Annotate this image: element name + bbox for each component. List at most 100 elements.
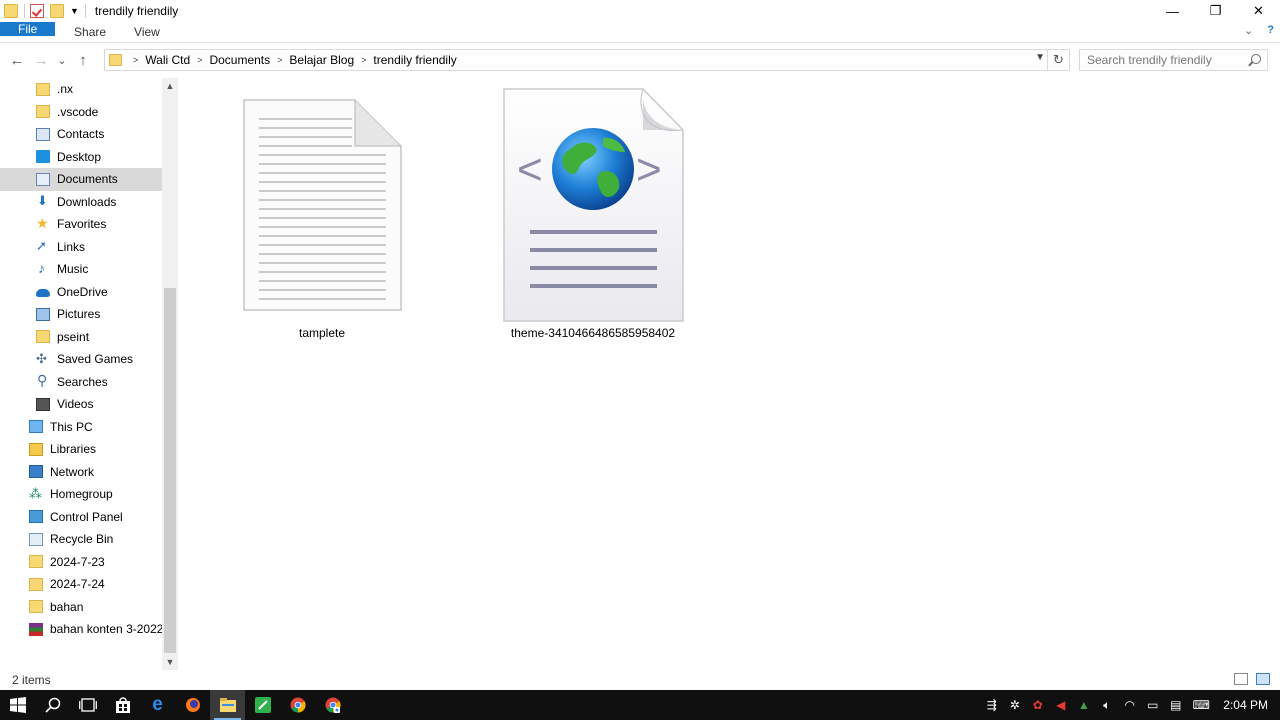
breadcrumb-separator[interactable]: > bbox=[361, 55, 366, 65]
store-icon[interactable] bbox=[105, 690, 140, 720]
green-app-icon[interactable] bbox=[245, 690, 280, 720]
sidebar-item-favorites[interactable]: Favorites bbox=[0, 213, 162, 236]
address-dropdown-icon[interactable]: ▼ bbox=[1035, 52, 1045, 63]
sidebar-item-documents[interactable]: Documents bbox=[0, 168, 162, 191]
sidebar-item-label: Saved Games bbox=[57, 352, 134, 367]
sidebar-item-onedrive[interactable]: OneDrive bbox=[0, 281, 162, 304]
up-arrow-icon[interactable]: ↑ bbox=[71, 52, 95, 69]
sidebar-item-libraries[interactable]: Libraries bbox=[0, 438, 162, 461]
folder-icon bbox=[36, 330, 50, 344]
homegroup-icon bbox=[29, 486, 43, 502]
sidebar-item-bahan[interactable]: bahan bbox=[0, 596, 162, 619]
keyboard-icon[interactable]: ⌨ bbox=[1187, 698, 1215, 712]
details-view-icon[interactable] bbox=[1234, 673, 1248, 685]
nav-scrollbar[interactable]: ▲ ▼ bbox=[162, 78, 178, 670]
sidebar-item-nx[interactable]: .nx bbox=[0, 78, 162, 101]
customize-toolbar-dropdown-icon[interactable]: ▼ bbox=[70, 6, 79, 16]
start-icon[interactable] bbox=[0, 690, 35, 720]
breadcrumb-documents[interactable]: Documents bbox=[209, 53, 270, 67]
scroll-down-arrow-icon[interactable]: ▼ bbox=[162, 654, 178, 670]
sidebar-item-label: Recycle Bin bbox=[50, 532, 114, 547]
file-name: tamplete bbox=[298, 326, 346, 340]
sidebar-item-recycle-bin[interactable]: Recycle Bin bbox=[0, 528, 162, 551]
sidebar-item-label: Documents bbox=[57, 172, 118, 187]
breadcrumb-separator[interactable]: > bbox=[133, 55, 138, 65]
sidebar-item-downloads[interactable]: Downloads bbox=[0, 191, 162, 214]
minimize-button[interactable]: — bbox=[1151, 0, 1194, 22]
contacts-icon bbox=[36, 127, 50, 141]
file-explorer-icon[interactable] bbox=[210, 690, 245, 720]
svg-text:>: > bbox=[636, 145, 662, 194]
large-icons-view-icon[interactable] bbox=[1256, 673, 1270, 685]
sidebar-item-contacts[interactable]: Contacts bbox=[0, 123, 162, 146]
tab-share[interactable]: Share bbox=[60, 22, 120, 42]
search-icon[interactable] bbox=[1251, 54, 1261, 64]
search-icon[interactable] bbox=[35, 690, 70, 720]
sidebar-item-links[interactable]: Links bbox=[0, 236, 162, 259]
back-arrow-icon[interactable]: ← bbox=[5, 52, 29, 69]
tray-speaker-red-icon[interactable]: ◀ bbox=[1049, 698, 1072, 712]
forward-arrow-icon[interactable]: → bbox=[29, 52, 53, 69]
volume-icon[interactable]: 🔈︎ bbox=[1095, 698, 1118, 713]
close-button[interactable]: ✕ bbox=[1237, 0, 1280, 22]
sidebar-item-label: Contacts bbox=[57, 127, 105, 142]
help-icon[interactable]: ? bbox=[1267, 24, 1274, 37]
sidebar-item-saved-games[interactable]: Saved Games bbox=[0, 348, 162, 371]
expand-ribbon-chevron-icon[interactable]: ⌄ bbox=[1244, 24, 1253, 37]
edge-icon[interactable]: e bbox=[140, 690, 175, 720]
sidebar-item-2024-7-24[interactable]: 2024-7-24 bbox=[0, 573, 162, 596]
breadcrumb-belajar-blog[interactable]: Belajar Blog bbox=[289, 53, 354, 67]
sidebar-item-pictures[interactable]: Pictures bbox=[0, 303, 162, 326]
sidebar-item-label: .vscode bbox=[57, 104, 99, 119]
sidebar-item-music[interactable]: Music bbox=[0, 258, 162, 281]
file-item-tamplete[interactable]: tamplete bbox=[212, 88, 432, 348]
sidebar-item-label: .nx bbox=[57, 82, 74, 97]
chrome-canary-icon[interactable] bbox=[315, 690, 350, 720]
breadcrumb-separator[interactable]: > bbox=[197, 55, 202, 65]
sidebar-item-control-panel[interactable]: Control Panel bbox=[0, 506, 162, 529]
battery-icon[interactable]: ▭ bbox=[1141, 698, 1164, 712]
sidebar-item-bahan-konten-3-202210[interactable]: bahan konten 3-202210 bbox=[0, 618, 162, 641]
search-input[interactable] bbox=[1087, 53, 1247, 67]
task-view-icon[interactable] bbox=[70, 690, 105, 720]
sidebar-item-pseint[interactable]: pseint bbox=[0, 326, 162, 349]
folder-icon bbox=[109, 54, 122, 66]
sidebar-item-vscode[interactable]: .vscode bbox=[0, 101, 162, 124]
network-activity-icon[interactable]: ⇶ bbox=[980, 698, 1003, 712]
sidebar-item-this-pc[interactable]: This PC bbox=[0, 416, 162, 439]
tray-green-app-icon[interactable]: ▲ bbox=[1072, 698, 1095, 712]
sidebar-item-searches[interactable]: Searches bbox=[0, 371, 162, 394]
breadcrumb-wali-ctd[interactable]: Wali Ctd bbox=[145, 53, 190, 67]
notifications-icon[interactable]: ▤ bbox=[1164, 698, 1187, 712]
sidebar-item-videos[interactable]: Videos bbox=[0, 393, 162, 416]
sidebar-item-homegroup[interactable]: Homegroup bbox=[0, 483, 162, 506]
firefox-icon[interactable] bbox=[175, 690, 210, 720]
tab-view[interactable]: View bbox=[120, 22, 174, 42]
breadcrumb-separator[interactable]: > bbox=[277, 55, 282, 65]
sidebar-item-desktop[interactable]: Desktop bbox=[0, 146, 162, 169]
properties-icon[interactable] bbox=[30, 4, 44, 18]
tray-red-app-icon[interactable]: ✿ bbox=[1026, 698, 1049, 712]
new-folder-icon[interactable] bbox=[50, 4, 64, 18]
navigation-pane: .nx .vscode Contacts Desktop Documents Downlo… bbox=[0, 78, 178, 670]
clock[interactable]: 2:04 PM bbox=[1215, 698, 1280, 712]
chrome-icon[interactable] bbox=[280, 690, 315, 720]
breadcrumb-trendily-friendily[interactable]: trendily friendily bbox=[373, 53, 456, 67]
file-item-theme[interactable]: < > theme-3410466486585958402 bbox=[483, 88, 703, 348]
taskbar: e ⇶ ✲ ✿ ◀ ▲ 🔈︎ ◠ ▭ ▤ ⌨ 2:04 PM bbox=[0, 690, 1280, 720]
scroll-up-arrow-icon[interactable]: ▲ bbox=[162, 78, 178, 94]
navigation-bar: ← → ⌄ ↑ > Wali Ctd > Documents > Belajar… bbox=[0, 44, 1280, 76]
scroll-thumb[interactable] bbox=[164, 288, 176, 653]
search-box[interactable] bbox=[1079, 49, 1268, 71]
window-title: trendily friendily bbox=[94, 4, 179, 18]
recent-locations-chevron-icon[interactable]: ⌄ bbox=[53, 54, 71, 67]
restore-button[interactable]: ❐ bbox=[1194, 0, 1237, 22]
html-globe-document-icon: < > bbox=[503, 88, 684, 322]
tray-app-icon[interactable]: ✲ bbox=[1003, 698, 1026, 712]
tab-file[interactable]: File bbox=[0, 22, 56, 36]
wifi-icon[interactable]: ◠ bbox=[1118, 698, 1141, 712]
sidebar-item-2024-7-23[interactable]: 2024-7-23 bbox=[0, 551, 162, 574]
refresh-icon[interactable]: ↻ bbox=[1048, 49, 1070, 71]
address-bar[interactable]: > Wali Ctd > Documents > Belajar Blog > … bbox=[104, 49, 1048, 71]
sidebar-item-network[interactable]: Network bbox=[0, 461, 162, 484]
